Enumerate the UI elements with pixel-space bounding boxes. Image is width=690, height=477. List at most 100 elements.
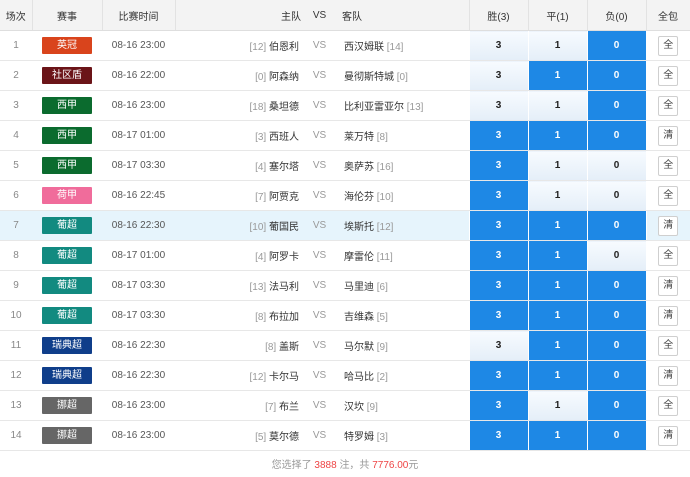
odds-lose-cell[interactable]: 0 bbox=[586, 390, 647, 421]
away-team[interactable]: 奥萨苏 bbox=[344, 162, 374, 173]
odds-draw-cell[interactable]: 1 bbox=[527, 420, 588, 451]
away-team[interactable]: 哈马比 bbox=[344, 372, 374, 383]
league-badge[interactable]: 瑞典超 bbox=[42, 337, 92, 354]
odds-draw-cell[interactable]: 1 bbox=[527, 270, 588, 301]
odds-draw-cell[interactable]: 1 bbox=[527, 120, 588, 151]
away-team[interactable]: 汉坎 bbox=[344, 402, 364, 413]
home-team[interactable]: 卡尔马 bbox=[269, 372, 299, 383]
odds-win-cell[interactable]: 3 bbox=[468, 210, 529, 241]
odds-win-cell[interactable]: 3 bbox=[468, 30, 529, 61]
league-badge[interactable]: 英冠 bbox=[42, 37, 92, 54]
select-all-button[interactable]: 清 bbox=[658, 365, 679, 386]
select-all-button[interactable]: 全 bbox=[658, 245, 679, 266]
home-team[interactable]: 葡国民 bbox=[269, 222, 299, 233]
odds-win-cell[interactable]: 3 bbox=[468, 120, 529, 151]
odds-lose-cell[interactable]: 0 bbox=[586, 120, 647, 151]
odds-draw-cell[interactable]: 1 bbox=[527, 360, 588, 391]
odds-lose-cell[interactable]: 0 bbox=[586, 270, 647, 301]
odds-draw-cell[interactable]: 1 bbox=[527, 180, 588, 211]
league-badge[interactable]: 葡超 bbox=[42, 307, 92, 324]
league-badge[interactable]: 西甲 bbox=[42, 97, 92, 114]
odds-lose-cell[interactable]: 0 bbox=[586, 180, 647, 211]
odds-win-cell[interactable]: 3 bbox=[468, 300, 529, 331]
odds-lose-cell[interactable]: 0 bbox=[586, 150, 647, 181]
odds-win-cell[interactable]: 3 bbox=[468, 330, 529, 361]
select-all-button[interactable]: 清 bbox=[658, 215, 679, 236]
home-team[interactable]: 阿罗卡 bbox=[269, 252, 299, 263]
odds-lose-cell[interactable]: 0 bbox=[586, 420, 647, 451]
odds-draw-cell[interactable]: 1 bbox=[527, 390, 588, 421]
odds-draw-cell[interactable]: 1 bbox=[527, 150, 588, 181]
select-all-button[interactable]: 清 bbox=[658, 125, 679, 146]
league-badge[interactable]: 挪超 bbox=[42, 427, 92, 444]
odds-lose-cell[interactable]: 0 bbox=[586, 210, 647, 241]
odds-win-cell[interactable]: 3 bbox=[468, 180, 529, 211]
odds-lose-cell[interactable]: 0 bbox=[586, 300, 647, 331]
away-team[interactable]: 西汉姆联 bbox=[344, 42, 384, 53]
away-team[interactable]: 马尔默 bbox=[344, 342, 374, 353]
away-team[interactable]: 曼彻斯特城 bbox=[344, 72, 394, 83]
select-all-button[interactable]: 全 bbox=[658, 335, 679, 356]
odds-win-cell[interactable]: 3 bbox=[468, 270, 529, 301]
home-team[interactable]: 阿森纳 bbox=[269, 72, 299, 83]
match-time: 08-16 23:00 bbox=[102, 390, 175, 421]
odds-draw-cell[interactable]: 1 bbox=[527, 210, 588, 241]
odds-lose-cell[interactable]: 0 bbox=[586, 330, 647, 361]
home-team[interactable]: 布拉加 bbox=[269, 312, 299, 323]
home-team[interactable]: 伯恩利 bbox=[269, 42, 299, 53]
select-all-button[interactable]: 清 bbox=[658, 305, 679, 326]
odds-draw-cell[interactable]: 1 bbox=[527, 60, 588, 91]
select-all-button[interactable]: 清 bbox=[658, 425, 679, 446]
league-badge[interactable]: 西甲 bbox=[42, 157, 92, 174]
away-team-cell: 摩雷伦 [11] bbox=[334, 240, 469, 271]
league-badge[interactable]: 社区盾 bbox=[42, 67, 92, 84]
odds-win-cell[interactable]: 3 bbox=[468, 390, 529, 421]
odds-win-cell[interactable]: 3 bbox=[468, 60, 529, 91]
odds-lose-cell[interactable]: 0 bbox=[586, 360, 647, 391]
away-team[interactable]: 埃斯托 bbox=[344, 222, 374, 233]
home-team[interactable]: 盖斯 bbox=[279, 342, 299, 353]
league-badge[interactable]: 瑞典超 bbox=[42, 367, 92, 384]
away-team[interactable]: 比利亚雷亚尔 bbox=[344, 102, 404, 113]
odds-lose-cell[interactable]: 0 bbox=[586, 90, 647, 121]
odds-win-cell[interactable]: 3 bbox=[468, 240, 529, 271]
odds-draw-cell[interactable]: 1 bbox=[527, 330, 588, 361]
league-badge[interactable]: 挪超 bbox=[42, 397, 92, 414]
odds-draw-cell[interactable]: 1 bbox=[527, 300, 588, 331]
home-team[interactable]: 布兰 bbox=[279, 402, 299, 413]
away-team[interactable]: 莱万特 bbox=[344, 132, 374, 143]
select-all-button[interactable]: 全 bbox=[658, 95, 679, 116]
select-all-button[interactable]: 全 bbox=[658, 395, 679, 416]
home-team[interactable]: 桑坦德 bbox=[269, 102, 299, 113]
odds-lose-cell[interactable]: 0 bbox=[586, 30, 647, 61]
away-team[interactable]: 马里迪 bbox=[344, 282, 374, 293]
odds-draw-cell[interactable]: 1 bbox=[527, 240, 588, 271]
home-team[interactable]: 法马利 bbox=[269, 282, 299, 293]
league-badge[interactable]: 葡超 bbox=[42, 277, 92, 294]
odds-lose-cell[interactable]: 0 bbox=[586, 60, 647, 91]
away-team[interactable]: 海伦芬 bbox=[344, 192, 374, 203]
league-badge[interactable]: 荷甲 bbox=[42, 187, 92, 204]
select-all-button[interactable]: 全 bbox=[658, 35, 679, 56]
select-all-button[interactable]: 全 bbox=[658, 65, 679, 86]
away-team[interactable]: 摩雷伦 bbox=[344, 252, 374, 263]
home-team[interactable]: 西班人 bbox=[269, 132, 299, 143]
home-team[interactable]: 莫尔德 bbox=[269, 432, 299, 443]
select-all-button[interactable]: 全 bbox=[658, 185, 679, 206]
odds-win-cell[interactable]: 3 bbox=[468, 90, 529, 121]
league-badge[interactable]: 葡超 bbox=[42, 247, 92, 264]
select-all-button[interactable]: 清 bbox=[658, 275, 679, 296]
home-team[interactable]: 塞尔塔 bbox=[269, 162, 299, 173]
away-team[interactable]: 吉维森 bbox=[344, 312, 374, 323]
odds-win-cell[interactable]: 3 bbox=[468, 420, 529, 451]
home-team[interactable]: 阿贾克 bbox=[269, 192, 299, 203]
select-all-button[interactable]: 全 bbox=[658, 155, 679, 176]
league-badge[interactable]: 葡超 bbox=[42, 217, 92, 234]
odds-lose-cell[interactable]: 0 bbox=[586, 240, 647, 271]
league-badge[interactable]: 西甲 bbox=[42, 127, 92, 144]
odds-draw-cell[interactable]: 1 bbox=[527, 90, 588, 121]
odds-draw-cell[interactable]: 1 bbox=[527, 30, 588, 61]
away-team[interactable]: 特罗姆 bbox=[344, 432, 374, 443]
odds-win-cell[interactable]: 3 bbox=[468, 150, 529, 181]
odds-win-cell[interactable]: 3 bbox=[468, 360, 529, 391]
